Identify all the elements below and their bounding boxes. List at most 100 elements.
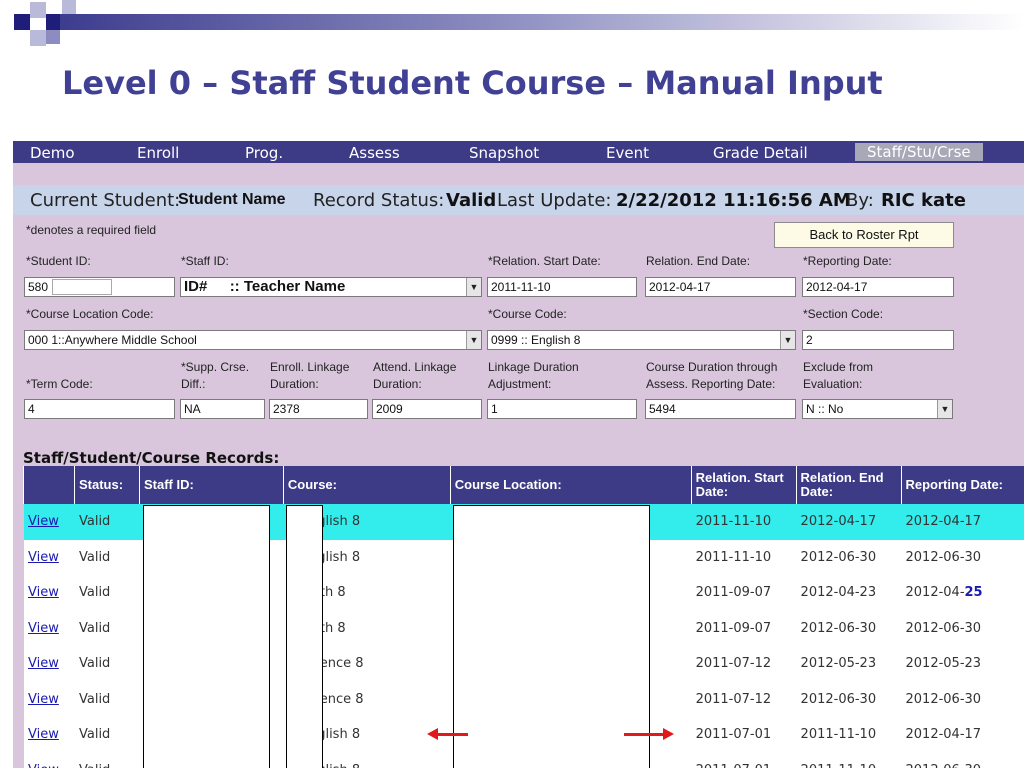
relation-end-cell: 2012-06-30	[796, 610, 901, 646]
relation-end-cell: 2011-11-10	[796, 717, 901, 753]
relation-end-cell: 2012-04-17	[796, 504, 901, 540]
section-code-input[interactable]: 2	[802, 330, 954, 350]
course-location-value: 1::Anywhere Middle School	[51, 333, 197, 347]
section-code-label: *Section Code:	[803, 307, 884, 321]
chevron-down-icon[interactable]: ▼	[780, 331, 795, 349]
course-code-select[interactable]: 0999 :: English 8 ▼	[487, 330, 796, 350]
course-code-label: *Course Code:	[488, 307, 567, 321]
student-status-bar: Current Student: Student Name Record Sta…	[13, 185, 1024, 215]
last-update-value: 2/22/2012 11:16:56 AM	[616, 190, 851, 211]
header-status: Status:	[73, 466, 140, 504]
reporting-date-value: 2012-06-30	[905, 549, 982, 565]
view-link[interactable]: View	[23, 504, 75, 540]
view-link[interactable]: View	[23, 681, 75, 717]
tab-snapshot[interactable]: Snapshot	[469, 144, 539, 162]
enroll-linkage-label-2: Duration:	[270, 377, 319, 391]
relation-end-cell: 2012-06-30	[796, 539, 901, 575]
reporting-date-input[interactable]: 2012-04-17	[802, 277, 954, 297]
by-user: RIC kate	[881, 190, 966, 211]
view-link[interactable]: View	[28, 550, 59, 565]
tab-demo[interactable]: Demo	[30, 144, 75, 162]
redacted-staff-id	[143, 505, 270, 768]
course-duration-input[interactable]: 5494	[645, 399, 796, 419]
reporting-date-cell: 2012-04-17	[901, 504, 1024, 540]
relation-end-label: Relation. End Date:	[646, 254, 751, 268]
required-note: *denotes a required field	[26, 223, 157, 237]
tab-prog[interactable]: Prog.	[245, 144, 283, 162]
status-cell: Valid	[74, 575, 140, 611]
exclude-label-1: Exclude from	[803, 360, 874, 374]
reporting-date-value: 2012-06-30	[905, 691, 982, 707]
slide-title: Level 0 – Staff Student Course – Manual …	[62, 64, 883, 102]
course-location-label: *Course Location Code:	[26, 307, 154, 321]
view-link[interactable]: View	[23, 717, 75, 753]
view-link[interactable]: View	[23, 575, 75, 611]
reporting-date-cell: 2012-06-30	[901, 610, 1024, 646]
status-cell: Valid	[74, 646, 140, 682]
staff-id-label: *Staff ID:	[181, 254, 229, 268]
deco-square	[14, 14, 30, 30]
reporting-date-label: *Reporting Date:	[803, 254, 892, 268]
tab-event[interactable]: Event	[606, 144, 649, 162]
attend-linkage-input[interactable]: 2009	[372, 399, 482, 419]
tab-staff-stu-crse[interactable]: Staff/Stu/Crse	[855, 143, 983, 161]
supp-crse-input[interactable]: NA	[180, 399, 265, 419]
exclude-value: N :: No	[806, 402, 844, 416]
view-link[interactable]: View	[28, 514, 59, 529]
relation-end-input[interactable]: 2012-04-17	[645, 277, 796, 297]
relation-start-input[interactable]: 2011-11-10	[487, 277, 637, 297]
view-link[interactable]: View	[28, 656, 59, 671]
current-student-label: Current Student:	[30, 190, 181, 211]
reporting-date-value: 2012-04-17	[905, 727, 982, 743]
term-code-input[interactable]: 4	[24, 399, 175, 419]
deco-square	[30, 30, 46, 46]
back-to-roster-button[interactable]: Back to Roster Rpt	[774, 222, 954, 248]
reporting-date-value: 2012-04-17	[905, 514, 982, 530]
reporting-date-cell: 2012-06-30	[901, 681, 1024, 717]
view-link[interactable]: View	[28, 763, 59, 768]
reporting-date-value: 2012-04-	[905, 585, 965, 601]
tab-assess[interactable]: Assess	[349, 144, 400, 162]
staff-id-select[interactable]: ID# :: Teacher Name ▼	[180, 277, 482, 297]
chevron-down-icon[interactable]: ▼	[466, 278, 481, 296]
view-link[interactable]: View	[28, 727, 59, 742]
chevron-down-icon[interactable]: ▼	[937, 400, 952, 418]
student-id-label: *Student ID:	[26, 254, 91, 268]
enroll-linkage-input[interactable]: 2378	[269, 399, 368, 419]
view-link[interactable]: View	[23, 752, 75, 768]
view-link[interactable]: View	[23, 610, 75, 646]
student-id-value: 580	[28, 280, 49, 294]
nav-bar: Demo Enroll Prog. Assess Snapshot Event …	[13, 141, 1024, 163]
deco-square	[30, 2, 46, 18]
exclude-label-2: Evaluation:	[803, 377, 863, 391]
linkage-adjustment-input[interactable]: 1	[487, 399, 637, 419]
view-link[interactable]: View	[28, 621, 59, 636]
last-update-label: Last Update:	[497, 190, 612, 211]
relation-end-cell: 2012-06-30	[796, 681, 901, 717]
course-code-value: 0999 :: English 8	[491, 333, 581, 347]
app-window: Demo Enroll Prog. Assess Snapshot Event …	[13, 141, 1024, 768]
relation-start-cell: 2011-11-10	[691, 539, 797, 575]
relation-start-cell: 2011-09-07	[691, 610, 797, 646]
header-link	[23, 466, 75, 504]
status-cell: Valid	[74, 539, 140, 575]
relation-start-cell: 2011-07-12	[691, 646, 797, 682]
course-location-select[interactable]: 000 1::Anywhere Middle School ▼	[24, 330, 482, 350]
records-title: Staff/Student/Course Records:	[23, 449, 280, 467]
student-id-input[interactable]: 580	[24, 277, 175, 297]
view-link[interactable]: View	[23, 646, 75, 682]
relation-end-cell: 2012-05-23	[796, 646, 901, 682]
by-label: By:	[846, 190, 874, 211]
redacted-course-location	[453, 505, 650, 768]
view-link[interactable]: View	[28, 585, 59, 600]
tab-grade-detail[interactable]: Grade Detail	[713, 144, 808, 162]
tab-enroll[interactable]: Enroll	[137, 144, 179, 162]
view-link[interactable]: View	[28, 692, 59, 707]
exclude-select[interactable]: N :: No ▼	[802, 399, 953, 419]
relation-start-cell: 2011-11-10	[691, 504, 797, 540]
status-cell: Valid	[74, 504, 140, 540]
view-link[interactable]: View	[23, 539, 75, 575]
header-staff-id: Staff ID:	[138, 466, 284, 504]
chevron-down-icon[interactable]: ▼	[466, 331, 481, 349]
header-course-location: Course Location:	[449, 466, 692, 504]
